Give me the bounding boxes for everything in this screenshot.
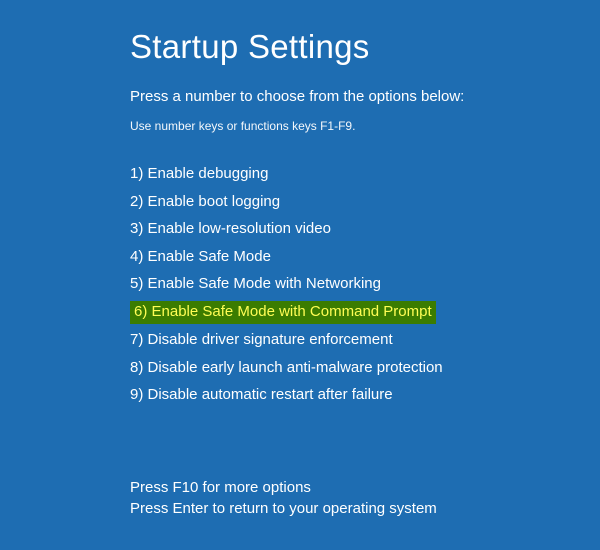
option-3-label: 3) Enable low-resolution video (130, 218, 331, 241)
option-4[interactable]: 4) Enable Safe Mode (130, 246, 600, 269)
option-2-label: 2) Enable boot logging (130, 191, 280, 214)
startup-settings-screen: Startup Settings Press a number to choos… (0, 0, 600, 517)
footer-more-options: Press F10 for more options (130, 479, 600, 496)
option-8-label: 8) Disable early launch anti-malware pro… (130, 357, 443, 380)
option-1-label: 1) Enable debugging (130, 163, 268, 186)
option-6-label: 6) Enable Safe Mode with Command Prompt (130, 301, 436, 325)
option-8[interactable]: 8) Disable early launch anti-malware pro… (130, 357, 600, 380)
option-1[interactable]: 1) Enable debugging (130, 163, 600, 186)
option-3[interactable]: 3) Enable low-resolution video (130, 218, 600, 241)
page-title: Startup Settings (130, 28, 600, 66)
options-list: 1) Enable debugging 2) Enable boot loggin… (130, 163, 600, 407)
hint-text: Use number keys or functions keys F1-F9. (130, 119, 600, 133)
option-9-label: 9) Disable automatic restart after failu… (130, 384, 393, 407)
option-5-label: 5) Enable Safe Mode with Networking (130, 273, 381, 296)
option-4-label: 4) Enable Safe Mode (130, 246, 271, 269)
option-9[interactable]: 9) Disable automatic restart after failu… (130, 384, 600, 407)
option-5[interactable]: 5) Enable Safe Mode with Networking (130, 273, 600, 296)
option-7[interactable]: 7) Disable driver signature enforcement (130, 329, 600, 352)
option-6[interactable]: 6) Enable Safe Mode with Command Prompt (130, 301, 600, 325)
option-7-label: 7) Disable driver signature enforcement (130, 329, 393, 352)
option-2[interactable]: 2) Enable boot logging (130, 191, 600, 214)
footer-return: Press Enter to return to your operating … (130, 500, 600, 517)
instruction-text: Press a number to choose from the option… (130, 88, 600, 105)
footer: Press F10 for more options Press Enter t… (130, 479, 600, 517)
